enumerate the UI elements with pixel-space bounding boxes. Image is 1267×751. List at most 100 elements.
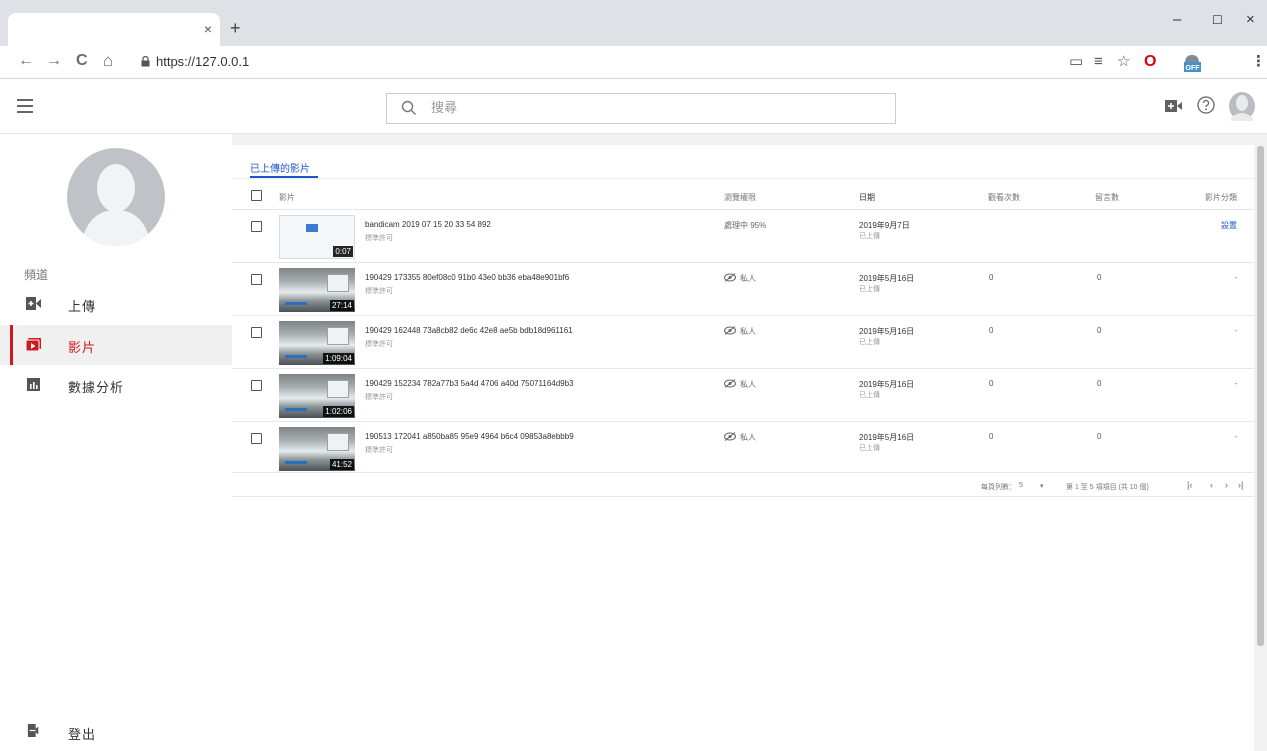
video-title[interactable]: 190429 173355 80ef08c0 91b0 43e0 bb36 eb… [365, 273, 569, 282]
url-field[interactable]: https://127.0.0.1 [156, 54, 249, 69]
sidebar-item-videos[interactable]: 影片 [0, 325, 232, 365]
video-title[interactable]: 190429 162448 73a8cb82 de6c 42e8 ae5b bd… [365, 326, 573, 335]
comment-count: 0 [1097, 432, 1102, 441]
column-header-comments[interactable]: 留言數 [1095, 192, 1119, 203]
video-title[interactable]: bandicam 2019 07 15 20 33 54 892 [365, 220, 491, 229]
forward-icon[interactable]: → [46, 52, 62, 70]
minimize-button[interactable]: – [1173, 12, 1181, 28]
chevron-down-icon[interactable]: ▾ [1040, 482, 1044, 490]
sidebar-item-upload[interactable]: 上傳 [0, 284, 232, 324]
search-input[interactable] [431, 100, 831, 115]
sidebar-item-label: 登出 [68, 727, 97, 742]
select-all-checkbox[interactable] [251, 190, 262, 201]
sidebar-item-label: 數據分析 [68, 380, 125, 395]
video-thumbnail[interactable]: 41:52 [279, 427, 355, 471]
account-avatar-icon[interactable] [1228, 91, 1256, 121]
reload-icon[interactable]: C [76, 52, 88, 70]
video-license: 標準許可 [365, 447, 393, 454]
video-thumbnail[interactable]: 1:09:04 [279, 321, 355, 365]
sidebar-item-logout[interactable]: 登出 [0, 712, 232, 751]
profile-placeholder-icon [81, 164, 151, 246]
home-icon[interactable]: ⌂ [103, 52, 113, 70]
last-page-icon[interactable]: ›| [1238, 480, 1243, 490]
maximize-button[interactable]: ☐ [1212, 12, 1223, 28]
back-icon[interactable]: ← [18, 52, 34, 70]
help-icon[interactable] [1197, 96, 1215, 114]
view-count: 0 [989, 379, 994, 388]
row-checkbox[interactable] [251, 433, 262, 444]
browser-tab[interactable]: × [8, 13, 220, 46]
search-box[interactable] [386, 93, 896, 124]
video-thumbnail[interactable]: 1:02:06 [279, 374, 355, 418]
channel-section-label: 頻道 [24, 268, 49, 282]
visibility-status: 私人 [724, 379, 756, 390]
prev-page-icon[interactable]: ‹ [1210, 480, 1213, 490]
video-date: 2019年5月16日 [859, 433, 915, 442]
column-header-visibility[interactable]: 瀏覽權限 [724, 192, 756, 203]
view-count: 0 [989, 273, 994, 282]
next-page-icon[interactable]: › [1225, 480, 1228, 490]
private-eye-icon [724, 273, 736, 282]
table-row[interactable]: 27:14 190429 173355 80ef08c0 91b0 43e0 b… [232, 262, 1254, 315]
tab-uploaded-videos[interactable]: 已上傳的影片 [250, 160, 310, 175]
table-row[interactable]: 1:02:06 190429 152234 782a77b3 5a4d 4706… [232, 368, 1254, 421]
menu-icon[interactable] [17, 99, 33, 113]
video-date-status: 已上傳 [859, 445, 880, 452]
video-date-status: 已上傳 [859, 339, 880, 346]
category-settings-link[interactable]: 設置 [1221, 220, 1237, 231]
comment-count: 0 [1097, 273, 1102, 282]
video-thumbnail[interactable]: 27:14 [279, 268, 355, 312]
video-date: 2019年5月16日 [859, 327, 915, 336]
category-value: - [1234, 326, 1237, 335]
video-license: 標準許可 [365, 288, 393, 295]
tab-close-icon[interactable]: × [204, 21, 212, 37]
visibility-status: 私人 [724, 432, 756, 443]
channel-avatar[interactable] [67, 148, 165, 246]
video-thumbnail[interactable]: 0:07 [279, 215, 355, 259]
visibility-label: 私人 [740, 327, 756, 336]
video-license: 標準許可 [365, 394, 393, 401]
video-title[interactable]: 190429 152234 782a77b3 5a4d 4706 a40d 75… [365, 379, 574, 388]
view-count: 0 [989, 432, 994, 441]
create-video-icon[interactable] [1165, 100, 1182, 112]
table-row[interactable]: 0:07 bandicam 2019 07 15 20 33 54 892 標準… [232, 209, 1254, 262]
column-header-views[interactable]: 觀看次數 [988, 192, 1020, 203]
video-title[interactable]: 190513 172041 a850ba85 95e9 4964 b6c4 09… [365, 432, 574, 441]
column-header-video[interactable]: 影片 [279, 192, 295, 203]
column-header-date[interactable]: 日期 [859, 192, 875, 203]
visibility-status: 處理中 95% [724, 221, 767, 230]
video-duration: 41:52 [329, 459, 354, 470]
video-duration: 27:14 [329, 300, 354, 311]
private-eye-icon [724, 326, 736, 335]
new-tab-button[interactable]: + [230, 19, 241, 37]
column-header-category[interactable]: 影片分類 [1205, 192, 1237, 203]
sidebar: 頻道 上傳 影片 數據分析 登出 [0, 134, 232, 751]
reading-list-icon[interactable]: ≡ [1094, 53, 1103, 71]
window-close-button[interactable]: × [1246, 12, 1255, 28]
category-value: - [1234, 273, 1237, 282]
lock-icon [141, 56, 150, 67]
sidebar-item-label: 上傳 [68, 299, 97, 314]
page-scrollbar[interactable] [1254, 134, 1267, 751]
video-date-status: 已上傳 [859, 286, 880, 293]
row-checkbox[interactable] [251, 274, 262, 285]
logout-icon [27, 724, 39, 737]
table-row[interactable]: 1:09:04 190429 162448 73a8cb82 de6c 42e8… [232, 315, 1254, 368]
cast-icon[interactable]: ▭ [1069, 53, 1083, 71]
sidebar-item-analytics[interactable]: 數據分析 [0, 365, 232, 405]
scrollbar-thumb[interactable] [1257, 146, 1264, 646]
menu-dots-icon[interactable]: ⋮ [1251, 53, 1266, 71]
adblock-off-label: OFF [1186, 65, 1201, 72]
row-checkbox[interactable] [251, 221, 262, 232]
opera-icon[interactable]: O [1144, 53, 1156, 71]
video-license: 標準許可 [365, 341, 393, 348]
bookmark-star-icon[interactable]: ☆ [1117, 53, 1130, 71]
table-row[interactable]: 41:52 190513 172041 a850ba85 95e9 4964 b… [232, 421, 1254, 474]
row-checkbox[interactable] [251, 380, 262, 391]
rows-per-page-select[interactable]: 5 [1019, 482, 1023, 489]
videos-icon [26, 338, 41, 351]
row-checkbox[interactable] [251, 327, 262, 338]
adblock-off-icon[interactable]: OFF [1181, 51, 1203, 78]
video-date-status: 已上傳 [859, 392, 880, 399]
first-page-icon[interactable]: |‹ [1187, 480, 1192, 490]
